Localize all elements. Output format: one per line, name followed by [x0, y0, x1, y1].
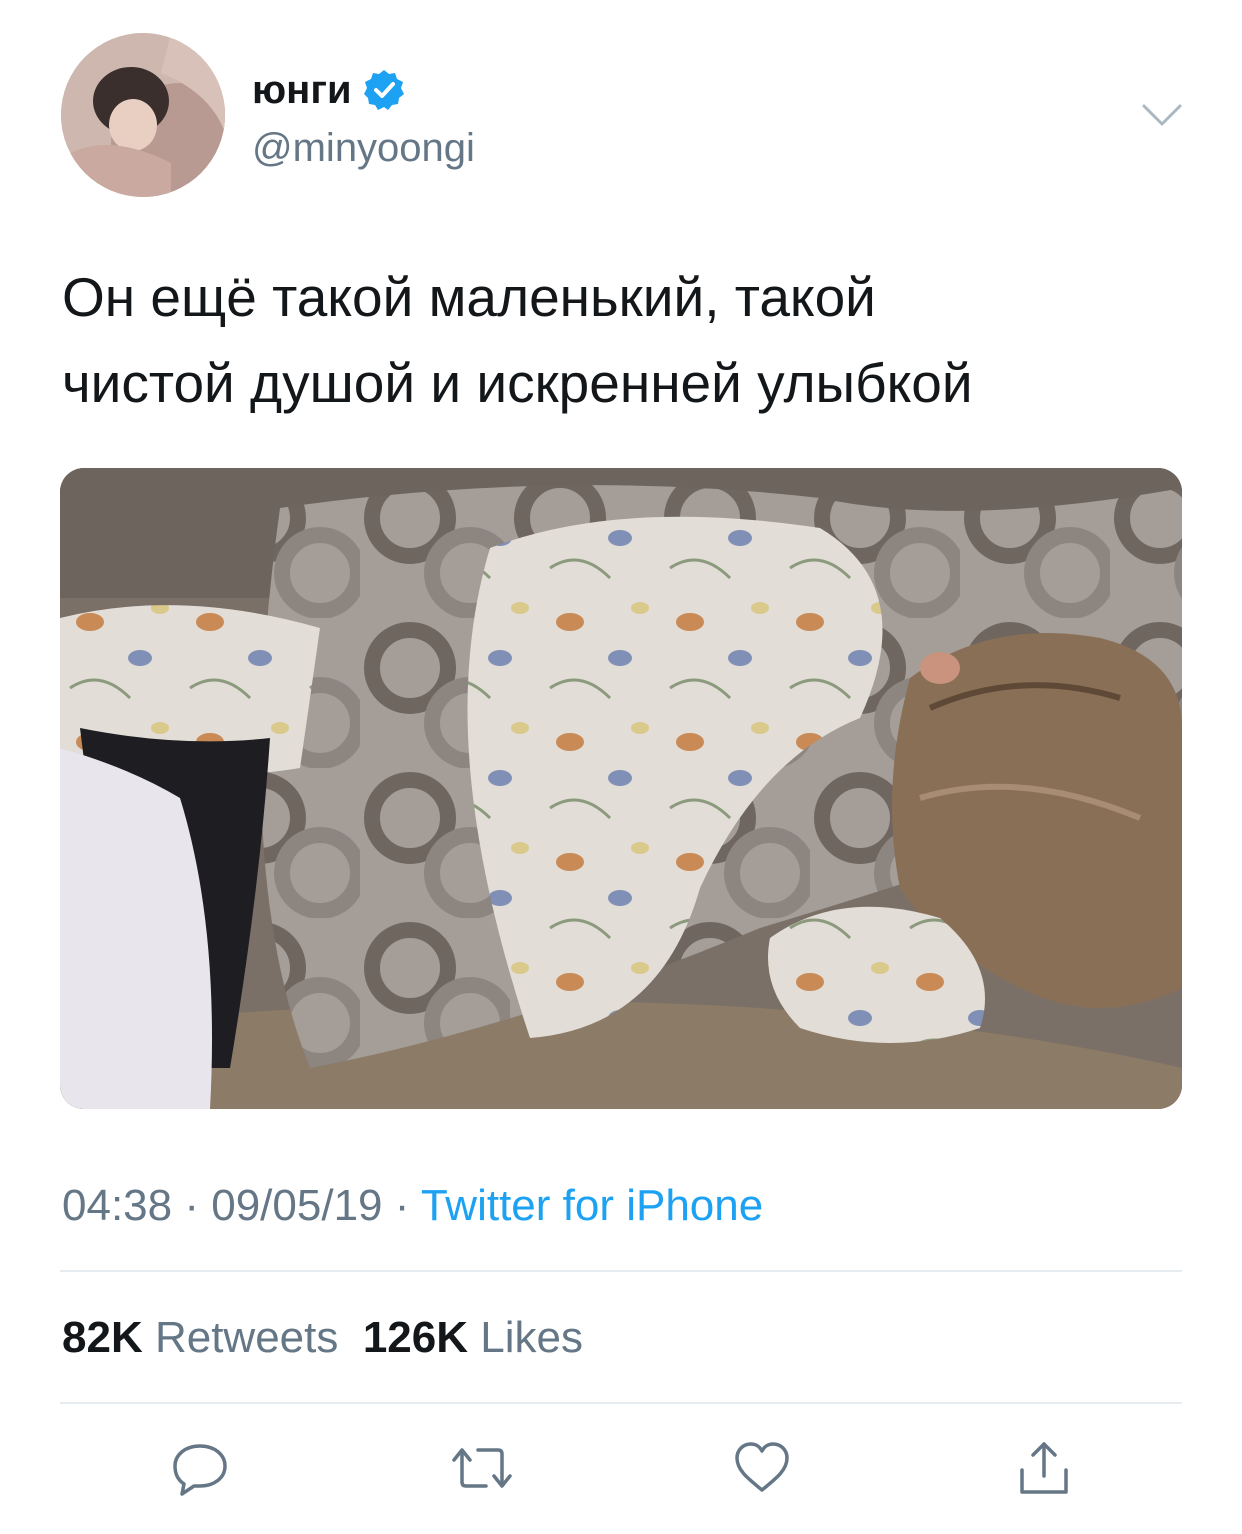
display-name[interactable]: юнги [252, 64, 352, 116]
reply-icon [173, 1444, 227, 1496]
tweet-text-line: чистой душой и искренней улыбкой [62, 352, 973, 414]
divider [60, 1402, 1182, 1404]
media-photo [60, 468, 1182, 1109]
avatar[interactable] [61, 33, 225, 197]
tweet-text: Он ещё такой маленький, такой чистой душо… [62, 254, 1192, 426]
tweet-stats: 82K Retweets 126K Likes [62, 1308, 583, 1368]
tweet-time: 04:38 [62, 1181, 173, 1230]
tweet-meta: 04:38 · 09/05/19 · Twitter for iPhone [62, 1176, 763, 1236]
chevron-down-icon[interactable] [1140, 98, 1184, 134]
tweet-date: 09/05/19 [211, 1181, 383, 1230]
likes-label: Likes [480, 1313, 583, 1362]
user-handle[interactable]: @minyoongi [252, 122, 475, 174]
retweet-icon [452, 1448, 512, 1488]
retweets-stat[interactable]: 82K Retweets [62, 1313, 338, 1362]
tweet-media-image[interactable] [60, 468, 1182, 1109]
meta-separator: · [184, 1181, 199, 1230]
retweets-label: Retweets [154, 1313, 339, 1362]
tweet-source-link[interactable]: Twitter for iPhone [421, 1181, 763, 1230]
like-button[interactable] [730, 1436, 794, 1500]
heart-icon [735, 1442, 789, 1492]
likes-count: 126K [362, 1313, 469, 1362]
share-button[interactable] [1012, 1436, 1076, 1500]
tweet-text-line: Он ещё такой маленький, такой [62, 266, 876, 328]
retweets-count: 82K [62, 1313, 143, 1362]
verified-badge-icon [363, 70, 404, 110]
share-icon [1020, 1442, 1068, 1494]
display-name-row[interactable]: юнги [252, 64, 406, 116]
reply-button[interactable] [168, 1436, 232, 1500]
divider [60, 1270, 1182, 1272]
avatar-photo [61, 33, 225, 197]
likes-stat[interactable]: 126K Likes [363, 1313, 583, 1362]
retweet-button[interactable] [450, 1436, 514, 1500]
meta-separator: · [394, 1181, 410, 1230]
